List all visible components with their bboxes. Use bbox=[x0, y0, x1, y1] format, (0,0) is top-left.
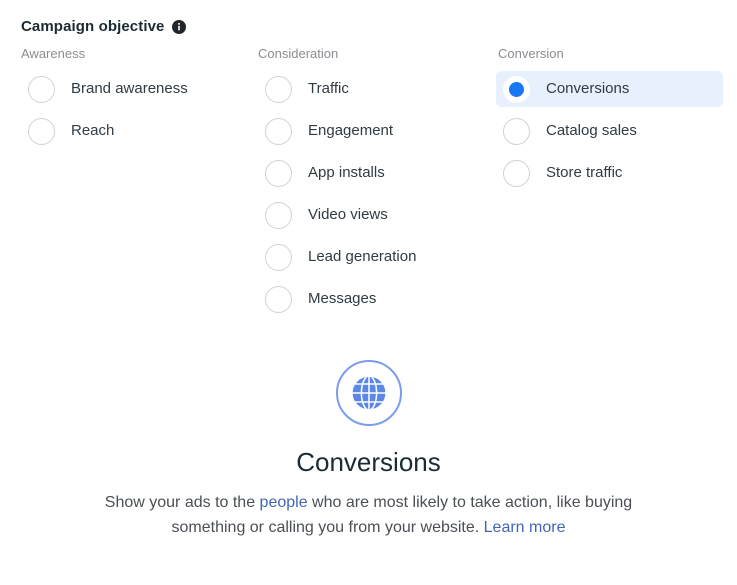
page-title: Campaign objective bbox=[21, 18, 165, 35]
radio-video-views[interactable] bbox=[265, 201, 292, 229]
option-label: Conversions bbox=[546, 80, 630, 97]
radio-store-traffic[interactable] bbox=[503, 159, 530, 187]
option-label: Messages bbox=[308, 290, 377, 307]
objective-detail-panel: Conversions Show your ads to the people … bbox=[0, 360, 737, 540]
option-reach[interactable]: Reach bbox=[21, 113, 248, 149]
radio-messages[interactable] bbox=[265, 285, 292, 313]
objective-column-awareness: Awareness Brand awareness Reach bbox=[21, 46, 253, 155]
option-lead-generation[interactable]: Lead generation bbox=[258, 239, 485, 275]
option-app-installs[interactable]: App installs bbox=[258, 155, 485, 191]
option-label: Catalog sales bbox=[546, 122, 637, 139]
radio-catalog-sales[interactable] bbox=[503, 117, 530, 145]
people-link[interactable]: people bbox=[260, 494, 308, 511]
detail-title: Conversions bbox=[296, 447, 441, 477]
option-label: Engagement bbox=[308, 122, 394, 139]
option-label: Lead generation bbox=[308, 248, 417, 265]
learn-more-link[interactable]: Learn more bbox=[484, 519, 566, 536]
option-label: Reach bbox=[71, 122, 115, 139]
column-header-conversion: Conversion bbox=[498, 46, 564, 61]
option-brand-awareness[interactable]: Brand awareness bbox=[21, 71, 248, 107]
detail-description: Show your ads to the people who are most… bbox=[0, 490, 737, 540]
radio-lead-generation[interactable] bbox=[265, 243, 292, 271]
option-store-traffic[interactable]: Store traffic bbox=[496, 155, 723, 191]
page-header: Campaign objective bbox=[21, 18, 186, 36]
radio-brand-awareness[interactable] bbox=[28, 75, 55, 103]
radio-traffic[interactable] bbox=[265, 75, 292, 103]
radio-engagement[interactable] bbox=[265, 117, 292, 145]
option-label: Video views bbox=[308, 206, 388, 223]
objective-column-consideration: Consideration Traffic Engagement App ins… bbox=[258, 46, 490, 323]
option-conversions[interactable]: Conversions bbox=[496, 71, 723, 107]
info-icon[interactable] bbox=[171, 20, 186, 34]
option-label: Traffic bbox=[308, 80, 349, 97]
radio-conversions[interactable] bbox=[503, 75, 530, 103]
globe-icon-ring bbox=[335, 360, 402, 426]
column-header-awareness: Awareness bbox=[21, 46, 86, 61]
option-video-views[interactable]: Video views bbox=[258, 197, 485, 233]
column-header-consideration: Consideration bbox=[258, 46, 339, 61]
globe-icon bbox=[350, 375, 387, 411]
option-traffic[interactable]: Traffic bbox=[258, 71, 485, 107]
objective-column-conversion: Conversion Conversions Catalog sales Sto… bbox=[496, 46, 728, 197]
option-engagement[interactable]: Engagement bbox=[258, 113, 485, 149]
option-label: App installs bbox=[308, 164, 385, 181]
option-catalog-sales[interactable]: Catalog sales bbox=[496, 113, 723, 149]
option-label: Store traffic bbox=[546, 164, 623, 181]
description-text-1: Show your ads to the bbox=[104, 494, 260, 511]
radio-reach[interactable] bbox=[28, 117, 55, 145]
radio-app-installs[interactable] bbox=[265, 159, 292, 187]
option-label: Brand awareness bbox=[71, 80, 188, 97]
option-messages[interactable]: Messages bbox=[258, 281, 485, 317]
